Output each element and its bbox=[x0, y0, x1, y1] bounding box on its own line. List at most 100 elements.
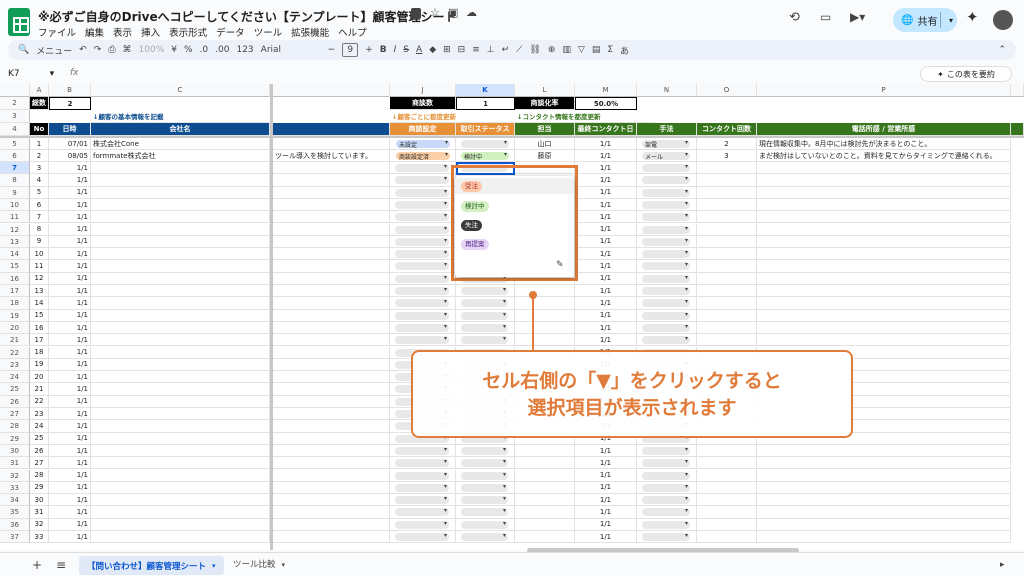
cell-last[interactable]: 1/1 bbox=[575, 285, 637, 298]
cell-notes[interactable] bbox=[757, 235, 1011, 249]
cell-no[interactable]: 1 bbox=[30, 138, 49, 150]
cell-notes[interactable] bbox=[757, 272, 1011, 285]
cell-count[interactable]: 3 bbox=[697, 150, 757, 162]
cell-company[interactable] bbox=[91, 248, 270, 261]
cell-notes[interactable] bbox=[757, 174, 1011, 187]
link-icon[interactable]: ⛓ bbox=[529, 45, 540, 55]
cell-count[interactable] bbox=[697, 518, 757, 531]
row-header[interactable]: 3 bbox=[0, 110, 30, 123]
chart-icon[interactable]: ▥ bbox=[562, 45, 571, 55]
cell-date[interactable]: 1/1 bbox=[49, 457, 91, 470]
cell-memo[interactable] bbox=[273, 272, 390, 285]
status-chip[interactable] bbox=[461, 311, 508, 320]
status-chip[interactable] bbox=[461, 532, 508, 541]
col-header-o[interactable]: O bbox=[697, 84, 757, 97]
cell-no[interactable]: 7 bbox=[30, 211, 49, 224]
cell-no[interactable]: 33 bbox=[30, 531, 49, 544]
cell-company[interactable] bbox=[91, 174, 270, 187]
cell-company[interactable] bbox=[91, 420, 270, 433]
deal-chip[interactable] bbox=[395, 298, 449, 308]
deal-chip[interactable]: 未設定 bbox=[396, 139, 450, 149]
cell-date[interactable]: 1/1 bbox=[49, 481, 91, 495]
deal-chip[interactable] bbox=[395, 188, 449, 197]
menu-edit[interactable]: 編集 bbox=[85, 25, 104, 39]
cell-memo[interactable] bbox=[273, 518, 390, 531]
status-chip[interactable] bbox=[461, 471, 508, 480]
method-chip[interactable] bbox=[642, 261, 690, 271]
cell-no[interactable]: 17 bbox=[30, 334, 49, 347]
menu-search[interactable]: メニュー bbox=[36, 44, 72, 57]
cell-count[interactable] bbox=[697, 444, 757, 458]
valign-icon[interactable]: ⊥ bbox=[487, 45, 495, 55]
cell-count[interactable] bbox=[697, 321, 757, 335]
cell-notes[interactable] bbox=[757, 285, 1011, 298]
history-icon[interactable]: ⟲ bbox=[789, 10, 800, 25]
cell-memo[interactable] bbox=[273, 260, 390, 273]
cell-owner[interactable]: 山口 bbox=[515, 138, 575, 150]
cell-memo[interactable] bbox=[273, 383, 390, 396]
cell-last[interactable]: 1/1 bbox=[575, 457, 637, 470]
cloud-status-icon[interactable]: ☁ bbox=[466, 6, 477, 19]
menu-help[interactable]: ヘルプ bbox=[338, 25, 367, 39]
cell-date[interactable]: 08/05 bbox=[49, 150, 91, 162]
row-header[interactable]: 36 bbox=[0, 518, 30, 531]
search-icon[interactable]: 🔍 bbox=[18, 45, 29, 55]
sheet-tab-tool-compare[interactable]: ツール比較 ▾ bbox=[233, 558, 285, 570]
row-header[interactable]: 7 bbox=[0, 162, 30, 175]
row-header[interactable]: 33 bbox=[0, 481, 30, 495]
cell-memo[interactable] bbox=[273, 469, 390, 482]
method-chip[interactable] bbox=[642, 458, 690, 468]
percent-button[interactable]: % bbox=[184, 45, 193, 55]
fill-color-icon[interactable]: ◆ bbox=[429, 45, 436, 55]
cell-company[interactable] bbox=[91, 162, 270, 175]
cell-memo[interactable] bbox=[273, 321, 390, 335]
cell-owner[interactable] bbox=[515, 481, 575, 495]
cell-company[interactable] bbox=[91, 235, 270, 249]
row-header[interactable]: 15 bbox=[0, 260, 30, 273]
status-chip[interactable] bbox=[461, 286, 508, 295]
zoom-select[interactable]: 100% bbox=[139, 45, 165, 55]
deals-value[interactable]: 1 bbox=[456, 97, 515, 110]
menu-insert[interactable]: 挿入 bbox=[141, 25, 160, 39]
deal-chip[interactable] bbox=[395, 507, 449, 517]
deal-chip[interactable] bbox=[395, 212, 449, 222]
cell-date[interactable]: 1/1 bbox=[49, 162, 91, 175]
cell-company[interactable] bbox=[91, 371, 270, 384]
deal-chip[interactable] bbox=[395, 237, 449, 246]
cell-last[interactable]: 1/1 bbox=[575, 150, 637, 162]
status-chip[interactable] bbox=[461, 446, 508, 455]
cell-memo[interactable] bbox=[273, 285, 390, 298]
cell-memo[interactable] bbox=[273, 198, 390, 212]
col-header-n[interactable]: N bbox=[637, 84, 697, 97]
deal-chip[interactable] bbox=[395, 458, 449, 468]
cell-no[interactable]: 2 bbox=[30, 150, 49, 162]
method-chip[interactable] bbox=[642, 298, 690, 308]
cell-memo[interactable] bbox=[273, 297, 390, 310]
cell-count[interactable] bbox=[697, 531, 757, 544]
cell-company[interactable] bbox=[91, 444, 270, 458]
cell-owner[interactable]: 藤原 bbox=[515, 150, 575, 162]
cell-memo[interactable] bbox=[273, 334, 390, 347]
cell-owner[interactable] bbox=[515, 531, 575, 544]
cell-count[interactable] bbox=[697, 186, 757, 199]
avatar[interactable] bbox=[993, 10, 1013, 30]
row-header[interactable]: 21 bbox=[0, 334, 30, 347]
status-chip[interactable] bbox=[461, 495, 508, 505]
rate-value[interactable]: 50.0% bbox=[575, 97, 637, 110]
deal-chip[interactable] bbox=[395, 532, 449, 541]
cell-memo[interactable] bbox=[273, 223, 390, 236]
row-header[interactable]: 16 bbox=[0, 272, 30, 285]
row-header[interactable]: 9 bbox=[0, 186, 30, 199]
cell-owner[interactable] bbox=[515, 469, 575, 482]
cell-date[interactable]: 1/1 bbox=[49, 235, 91, 249]
deal-chip[interactable]: 商談設定済 bbox=[396, 151, 450, 161]
cell-count[interactable] bbox=[697, 198, 757, 212]
cell-last[interactable]: 1/1 bbox=[575, 334, 637, 347]
cell-date[interactable]: 1/1 bbox=[49, 186, 91, 199]
row-header[interactable]: 10 bbox=[0, 198, 30, 212]
sheet-tab-menu-icon[interactable]: ▾ bbox=[212, 562, 216, 570]
row-header[interactable]: 37 bbox=[0, 531, 30, 544]
comment-icon[interactable]: ▭ bbox=[820, 10, 831, 24]
menu-data[interactable]: データ bbox=[216, 25, 245, 39]
borders-icon[interactable]: ⊞ bbox=[443, 45, 451, 55]
